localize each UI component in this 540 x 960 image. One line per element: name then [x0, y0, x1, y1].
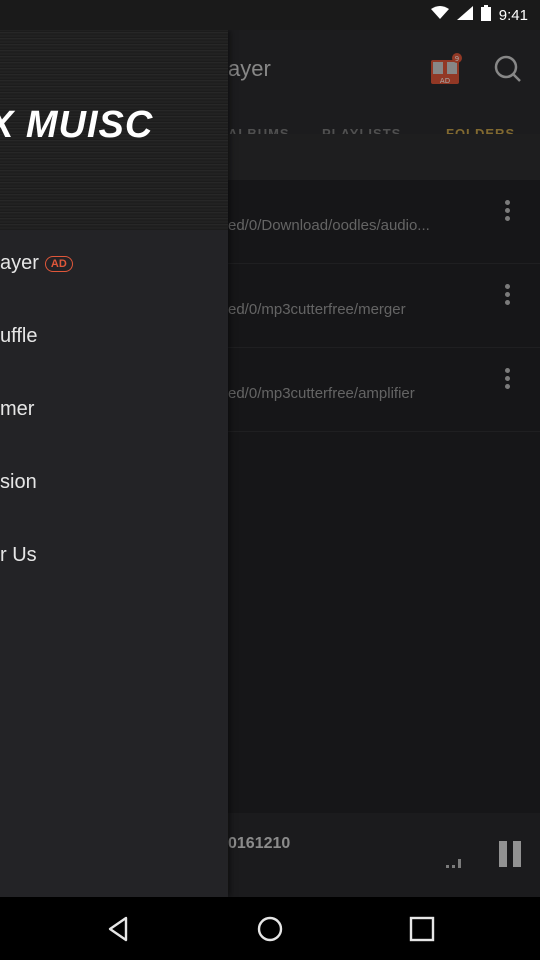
- drawer-header: X MUISC: [0, 30, 228, 230]
- home-icon[interactable]: [256, 915, 284, 943]
- navigation-drawer: X MUISC ayer AD uffle mer sion r Us: [0, 30, 228, 897]
- recents-icon[interactable]: [408, 915, 436, 943]
- drawer-item-shuffle[interactable]: uffle: [0, 309, 228, 369]
- battery-icon: [480, 4, 491, 26]
- drawer-item-contact[interactable]: r Us: [0, 528, 228, 588]
- drawer-item-label: ayer: [0, 252, 39, 274]
- wifi-icon: [430, 5, 449, 25]
- status-bar: 9:41: [0, 0, 540, 30]
- drawer-item-label: r Us: [0, 544, 37, 566]
- drawer-item-label: sion: [0, 471, 37, 493]
- back-icon[interactable]: [104, 915, 132, 943]
- status-time: 9:41: [498, 6, 528, 24]
- ad-badge: AD: [44, 255, 73, 272]
- drawer-item-label: mer: [0, 398, 35, 420]
- drawer-item-player[interactable]: ayer AD: [0, 236, 228, 296]
- drawer-item-label: uffle: [0, 325, 38, 347]
- system-nav-bar: [0, 897, 540, 960]
- brand-logo: X MUISC: [0, 104, 154, 146]
- signal-icon: [456, 5, 473, 25]
- drawer-item-timer[interactable]: mer: [0, 382, 228, 442]
- drawer-item-version[interactable]: sion: [0, 455, 228, 515]
